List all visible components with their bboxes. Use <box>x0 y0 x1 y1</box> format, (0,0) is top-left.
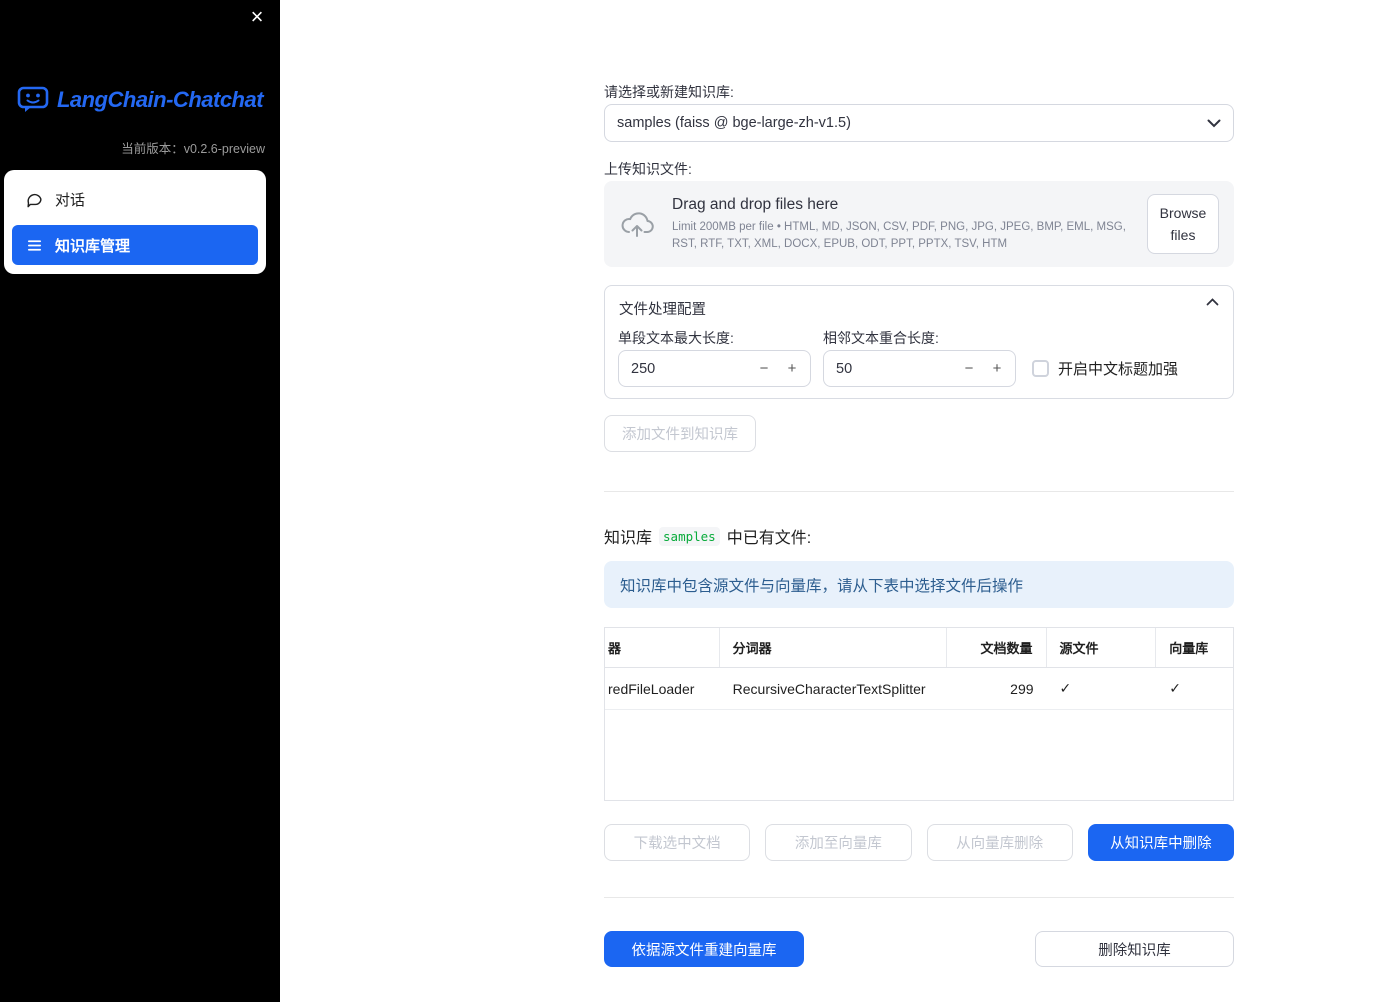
download-selected-button[interactable]: 下载选中文档 <box>604 824 751 861</box>
list-icon <box>26 237 43 254</box>
file-config-expander: 文件处理配置 单段文本最大长度: 250 − + 相邻文本重合长度: 50 − … <box>604 285 1234 399</box>
table-header-source-file[interactable]: 源文件 <box>1047 628 1157 667</box>
app-logo: LangChain-Chatchat <box>0 86 280 113</box>
browse-files-button[interactable]: Browse files <box>1147 193 1219 255</box>
sidebar-item-label: 知识库管理 <box>55 237 131 255</box>
overlap-size-value: 50 <box>836 360 853 377</box>
sidebar-item-dialogue[interactable]: 对话 <box>12 179 258 219</box>
files-table[interactable]: 器 分词器 文档数量 源文件 向量库 redFileLoader Recursi… <box>604 627 1234 801</box>
kb-files-heading: 知识库 samples 中已有文件: <box>604 524 811 548</box>
kb-select-value: samples (faiss @ bge-large-zh-v1.5) <box>617 115 851 131</box>
app-title: LangChain-Chatchat <box>56 86 264 112</box>
close-icon[interactable]: × <box>246 6 268 28</box>
version-label: 当前版本：v0.2.6-preview <box>121 142 265 156</box>
kb-files-suffix: 中已有文件: <box>726 530 812 547</box>
add-to-vector-store-button[interactable]: 添加至向量库 <box>765 824 912 861</box>
kb-bottom-actions: 依据源文件重建向量库 删除知识库 <box>604 931 1234 967</box>
chunk-size-increment-button[interactable]: + <box>778 354 806 384</box>
rebuild-vector-store-button[interactable]: 依据源文件重建向量库 <box>604 931 804 967</box>
table-header-splitter[interactable]: 分词器 <box>720 628 947 667</box>
dropzone-title: Drag and drop files here <box>672 195 839 213</box>
upload-label: 上传知识文件: <box>604 161 692 177</box>
cell-source-file-check: ✓ <box>1059 680 1072 696</box>
checkbox-label: 开启中文标题加强 <box>1058 361 1179 378</box>
main-content: 请选择或新建知识库: samples (faiss @ bge-large-zh… <box>604 0 1234 1002</box>
info-banner: 知识库中包含源文件与向量库，请从下表中选择文件后操作 <box>604 561 1234 608</box>
chevron-down-icon <box>1207 119 1221 128</box>
cell-vector-store-check: ✓ <box>1169 680 1181 696</box>
checkbox-icon[interactable] <box>1032 360 1049 377</box>
table-header-vector-store[interactable]: 向量库 <box>1156 628 1233 667</box>
sidebar-menu: 对话 知识库管理 <box>4 170 266 274</box>
chunk-size-input[interactable]: 250 − + <box>618 350 811 387</box>
chunk-size-decrement-button[interactable]: − <box>750 354 778 384</box>
expander-title[interactable]: 文件处理配置 <box>619 298 706 319</box>
chunk-size-value: 250 <box>631 360 656 377</box>
add-files-button[interactable]: 添加文件到知识库 <box>604 415 756 452</box>
sidebar-item-label: 对话 <box>55 191 86 209</box>
delete-from-vector-store-button[interactable]: 从向量库删除 <box>926 824 1073 861</box>
file-action-buttons: 下载选中文档 添加至向量库 从向量库删除 从知识库中删除 <box>604 824 1234 861</box>
table-row[interactable]: redFileLoader RecursiveCharacterTextSpli… <box>605 668 1233 710</box>
sidebar: × LangChain-Chatchat 当前版本：v0.2.6-preview… <box>0 0 280 1002</box>
sidebar-item-knowledge-base[interactable]: 知识库管理 <box>12 225 258 265</box>
chunk-size-label: 单段文本最大长度: <box>618 330 734 346</box>
kb-files-prefix: 知识库 <box>604 530 653 547</box>
delete-kb-button[interactable]: 删除知识库 <box>1035 931 1234 967</box>
info-banner-text: 知识库中包含源文件与向量库，请从下表中选择文件后操作 <box>620 577 1024 595</box>
logo-icon <box>17 86 49 113</box>
overlap-size-decrement-button[interactable]: − <box>955 354 983 384</box>
file-dropzone[interactable]: Drag and drop files here Limit 200MB per… <box>604 181 1234 267</box>
chat-bubble-icon <box>26 191 43 208</box>
table-header-doc-count[interactable]: 文档数量 <box>947 628 1047 667</box>
chevron-up-icon[interactable] <box>1206 298 1219 306</box>
zh-title-enhance-checkbox[interactable]: 开启中文标题加强 <box>1032 358 1178 379</box>
overlap-size-increment-button[interactable]: + <box>983 354 1011 384</box>
kb-select-label: 请选择或新建知识库: <box>604 84 734 100</box>
delete-from-kb-button[interactable]: 从知识库中删除 <box>1087 824 1234 861</box>
dropzone-limits: Limit 200MB per file • HTML, MD, JSON, C… <box>672 220 1126 250</box>
cell-doc-count: 299 <box>1010 680 1034 697</box>
dropzone-text: Drag and drop files here Limit 200MB per… <box>672 196 1130 252</box>
kb-name-code: samples <box>659 526 720 546</box>
divider <box>604 897 1234 898</box>
divider <box>604 491 1234 492</box>
cloud-upload-icon <box>619 210 655 238</box>
overlap-size-input[interactable]: 50 − + <box>823 350 1016 387</box>
cell-loader: redFileLoader <box>608 680 695 697</box>
kb-select[interactable]: samples (faiss @ bge-large-zh-v1.5) <box>604 104 1234 142</box>
table-header-loader[interactable]: 器 <box>605 628 720 667</box>
overlap-size-label: 相邻文本重合长度: <box>823 330 939 346</box>
table-header-row: 器 分词器 文档数量 源文件 向量库 <box>605 628 1233 668</box>
cell-splitter: RecursiveCharacterTextSplitter <box>732 680 926 697</box>
